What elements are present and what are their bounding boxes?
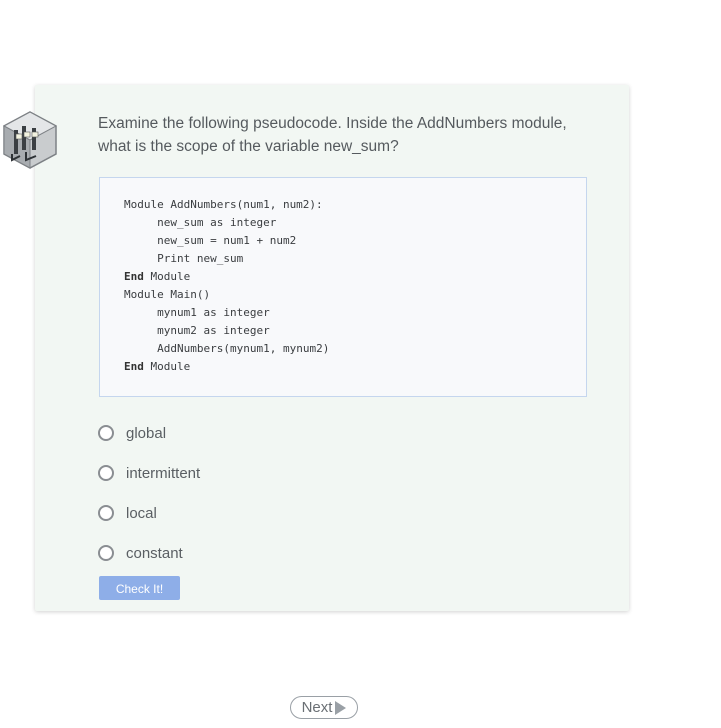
check-it-button[interactable]: Check It! [99,576,180,600]
code-line: mynum1 as integer [157,306,270,319]
option-global[interactable]: global [98,413,200,453]
code-line: AddNumbers(mynum1, mynum2) [157,342,330,355]
server-rack-icon [2,111,58,169]
code-line: End Module [124,360,191,373]
option-constant[interactable]: constant [98,533,200,573]
question-text: Examine the following pseudocode. Inside… [98,115,567,155]
radio-button[interactable] [98,545,114,561]
radio-button[interactable] [98,465,114,481]
radio-button[interactable] [98,425,114,441]
code-line: Module AddNumbers(num1, num2): [124,198,323,211]
page: Examine the following pseudocode. Inside… [0,0,721,728]
option-intermittent[interactable]: intermittent [98,453,200,493]
option-local[interactable]: local [98,493,200,533]
play-triangle-icon [335,700,347,715]
code-line: mynum2 as integer [157,324,270,337]
code-line: Module Main() [124,288,211,301]
code-line: End Module [124,270,191,283]
next-button[interactable]: Next [290,696,358,719]
radio-button[interactable] [98,505,114,521]
code-line: new_sum = num1 + num2 [157,234,297,247]
option-label: local [126,504,157,522]
code-line: Print new_sum [157,252,244,265]
answer-options: global intermittent local constant [98,413,200,573]
option-label: global [126,424,167,442]
code-line: new_sum as integer [157,216,277,229]
option-label: intermittent [126,464,201,482]
next-label: Next [301,699,333,716]
option-label: constant [126,544,183,562]
code-block: Module AddNumbers(num1, num2): new_sum a… [99,177,587,397]
question-card: Examine the following pseudocode. Inside… [35,85,629,611]
